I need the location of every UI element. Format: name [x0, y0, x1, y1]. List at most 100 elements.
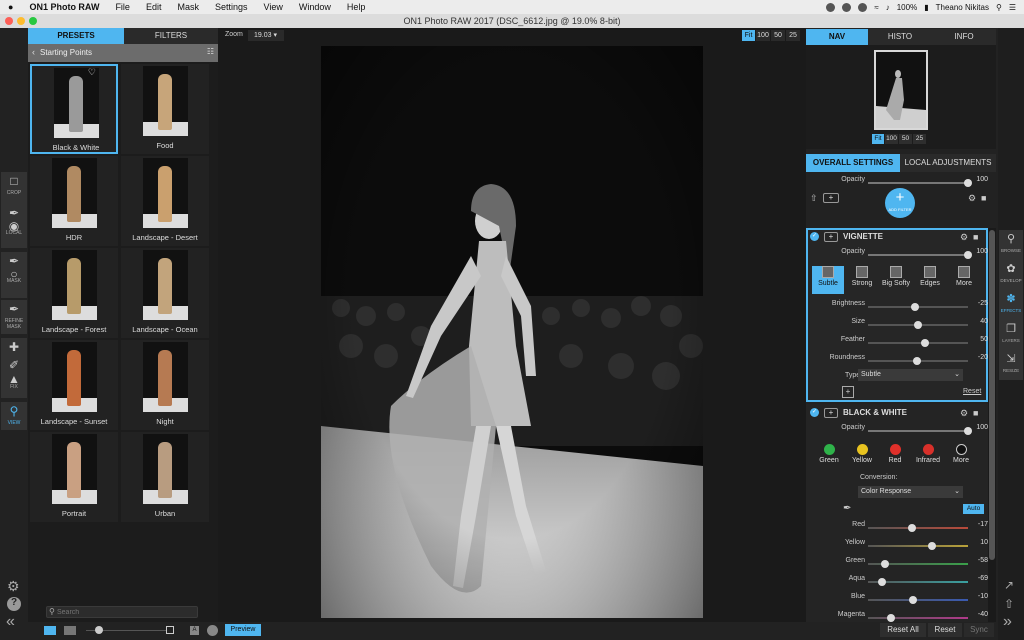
adjustment-slider[interactable]: Magenta -40: [810, 611, 988, 625]
breadcrumb[interactable]: ‹ Starting Points ☷: [28, 44, 218, 62]
tool-local[interactable]: ✒ ◉ LOCAL: [1, 204, 27, 248]
adjustment-slider[interactable]: Feather 50: [810, 336, 988, 350]
menu-mask[interactable]: Mask: [169, 2, 207, 12]
nav-25-button[interactable]: 25: [913, 134, 926, 144]
tool-view[interactable]: ⚲ VIEW: [1, 402, 27, 430]
status-icon[interactable]: [858, 2, 868, 12]
menu-settings[interactable]: Settings: [207, 2, 256, 12]
help-icon[interactable]: ?: [7, 597, 21, 611]
trash-icon[interactable]: ■: [973, 232, 978, 242]
tab-local-adjustments[interactable]: LOCAL ADJUSTMENTS: [900, 154, 996, 172]
scrollbar-thumb[interactable]: [989, 230, 995, 560]
slider-knob[interactable]: [964, 251, 972, 259]
vignette-preset-button[interactable]: Edges: [914, 266, 946, 294]
search-input[interactable]: [57, 607, 195, 617]
collapse-right-icon[interactable]: »: [1003, 614, 1012, 630]
single-view-icon[interactable]: [44, 626, 56, 635]
status-icon[interactable]: [826, 2, 836, 12]
zoom-50-button[interactable]: 50: [771, 30, 785, 41]
adjustment-slider[interactable]: Brightness -25: [810, 300, 988, 314]
conversion-select[interactable]: Color Response ⌄: [858, 486, 963, 498]
filter-enable-checkbox[interactable]: ✓: [810, 408, 819, 417]
battery-icon[interactable]: ▮: [924, 3, 928, 12]
adjustment-slider[interactable]: Roundness -20: [810, 354, 988, 368]
tool-refine-mask[interactable]: ✒ REFINE MASK: [1, 300, 27, 334]
large-thumb-icon[interactable]: [166, 626, 174, 634]
search-icon[interactable]: ⚲: [996, 3, 1002, 12]
zoom-window-button[interactable]: [29, 17, 37, 25]
vignette-preset-button[interactable]: More: [948, 266, 980, 294]
mask-view-icon[interactable]: [207, 625, 218, 636]
bw-preset-swatch[interactable]: More: [946, 444, 976, 464]
menu-view[interactable]: View: [256, 2, 291, 12]
adjustment-slider[interactable]: Blue -10: [810, 593, 988, 607]
zoom-select[interactable]: 19.03 ▾: [248, 30, 284, 41]
tab-presets[interactable]: PRESETS: [28, 28, 124, 44]
slider-knob[interactable]: [881, 560, 890, 568]
close-window-button[interactable]: [5, 17, 13, 25]
bw-preset-swatch[interactable]: Red: [880, 444, 910, 464]
filter-mask-icon[interactable]: +: [824, 408, 838, 418]
adjustment-slider[interactable]: Size 40: [810, 318, 988, 332]
bw-title[interactable]: BLACK & WHITE: [843, 408, 907, 417]
add-filter-button[interactable]: + ADD FILTER: [885, 188, 915, 218]
filter-mask-icon[interactable]: +: [824, 232, 838, 242]
adjustment-slider[interactable]: Yellow 10: [810, 539, 988, 553]
preview-button[interactable]: Preview: [225, 624, 261, 636]
slider-knob[interactable]: [920, 339, 929, 347]
apple-menu-icon[interactable]: ●: [0, 2, 21, 12]
bw-preset-swatch[interactable]: Green: [814, 444, 844, 464]
module-browse[interactable]: ⚲ BROWSE: [999, 230, 1023, 260]
vignette-preset-button[interactable]: Subtle: [812, 266, 844, 294]
module-effects[interactable]: ✽ EFFECTS: [999, 290, 1023, 320]
slider-knob[interactable]: [908, 524, 917, 532]
zoom-25-button[interactable]: 25: [786, 30, 800, 41]
type-select[interactable]: Subtle ⌄: [858, 369, 963, 381]
volume-icon[interactable]: ♪: [886, 3, 890, 12]
tab-nav[interactable]: NAV: [806, 29, 868, 45]
grid-view-icon[interactable]: [64, 626, 76, 635]
preset-thumbnail[interactable]: Landscape - Sunset: [30, 340, 118, 430]
menu-edit[interactable]: Edit: [138, 2, 170, 12]
export-icon[interactable]: ⇧: [1004, 597, 1014, 611]
preset-thumbnail[interactable]: Black & White ♡: [30, 64, 118, 154]
wifi-icon[interactable]: ≈: [874, 3, 878, 12]
preset-thumbnail[interactable]: Night: [121, 340, 209, 430]
tool-fix[interactable]: ✚ ✐ ▲ FIX: [1, 338, 27, 398]
share-icon[interactable]: ↗: [1004, 578, 1014, 592]
gear-icon[interactable]: ⚙: [968, 193, 976, 204]
preset-thumbnail[interactable]: Urban: [121, 432, 209, 522]
bw-opacity-slider[interactable]: Opacity 100: [810, 424, 988, 438]
thumbnail-size-knob[interactable]: [95, 626, 103, 634]
adjustment-slider[interactable]: Green -58: [810, 557, 988, 571]
main-photo[interactable]: [321, 46, 703, 618]
preset-thumbnail[interactable]: Food: [121, 64, 209, 154]
status-icon[interactable]: [842, 2, 852, 12]
favorite-heart-icon[interactable]: ♡: [88, 67, 96, 78]
minimize-window-button[interactable]: [17, 17, 25, 25]
module-layers[interactable]: ❐ LAYERS: [999, 320, 1023, 350]
reset-all-button[interactable]: Reset All: [880, 623, 926, 637]
gear-icon[interactable]: ⚙: [7, 578, 20, 595]
nav-fit-button[interactable]: Fit: [872, 134, 884, 144]
tab-overall-settings[interactable]: OVERALL SETTINGS: [806, 154, 900, 172]
auto-button[interactable]: Auto: [963, 504, 984, 514]
slider-knob[interactable]: [887, 614, 896, 622]
slider-knob[interactable]: [909, 596, 918, 604]
slider-knob[interactable]: [964, 427, 972, 435]
menu-file[interactable]: File: [107, 2, 138, 12]
tab-info[interactable]: INFO: [932, 29, 996, 45]
menu-help[interactable]: Help: [339, 2, 374, 12]
compare-icon[interactable]: A: [190, 626, 199, 635]
vignette-preset-button[interactable]: Strong: [846, 266, 878, 294]
save-preset-icon[interactable]: ⇧: [810, 193, 818, 204]
bw-preset-swatch[interactable]: Infrared: [913, 444, 943, 464]
reset-button[interactable]: Reset: [928, 623, 962, 637]
bw-preset-swatch[interactable]: Yellow: [847, 444, 877, 464]
tab-filters[interactable]: FILTERS: [124, 28, 218, 44]
slider-knob[interactable]: [927, 542, 936, 550]
filter-enable-checkbox[interactable]: ✓: [810, 232, 819, 241]
nav-50-button[interactable]: 50: [899, 134, 912, 144]
vignette-opacity-slider[interactable]: Opacity 100: [810, 248, 988, 262]
preset-thumbnail[interactable]: Portrait: [30, 432, 118, 522]
